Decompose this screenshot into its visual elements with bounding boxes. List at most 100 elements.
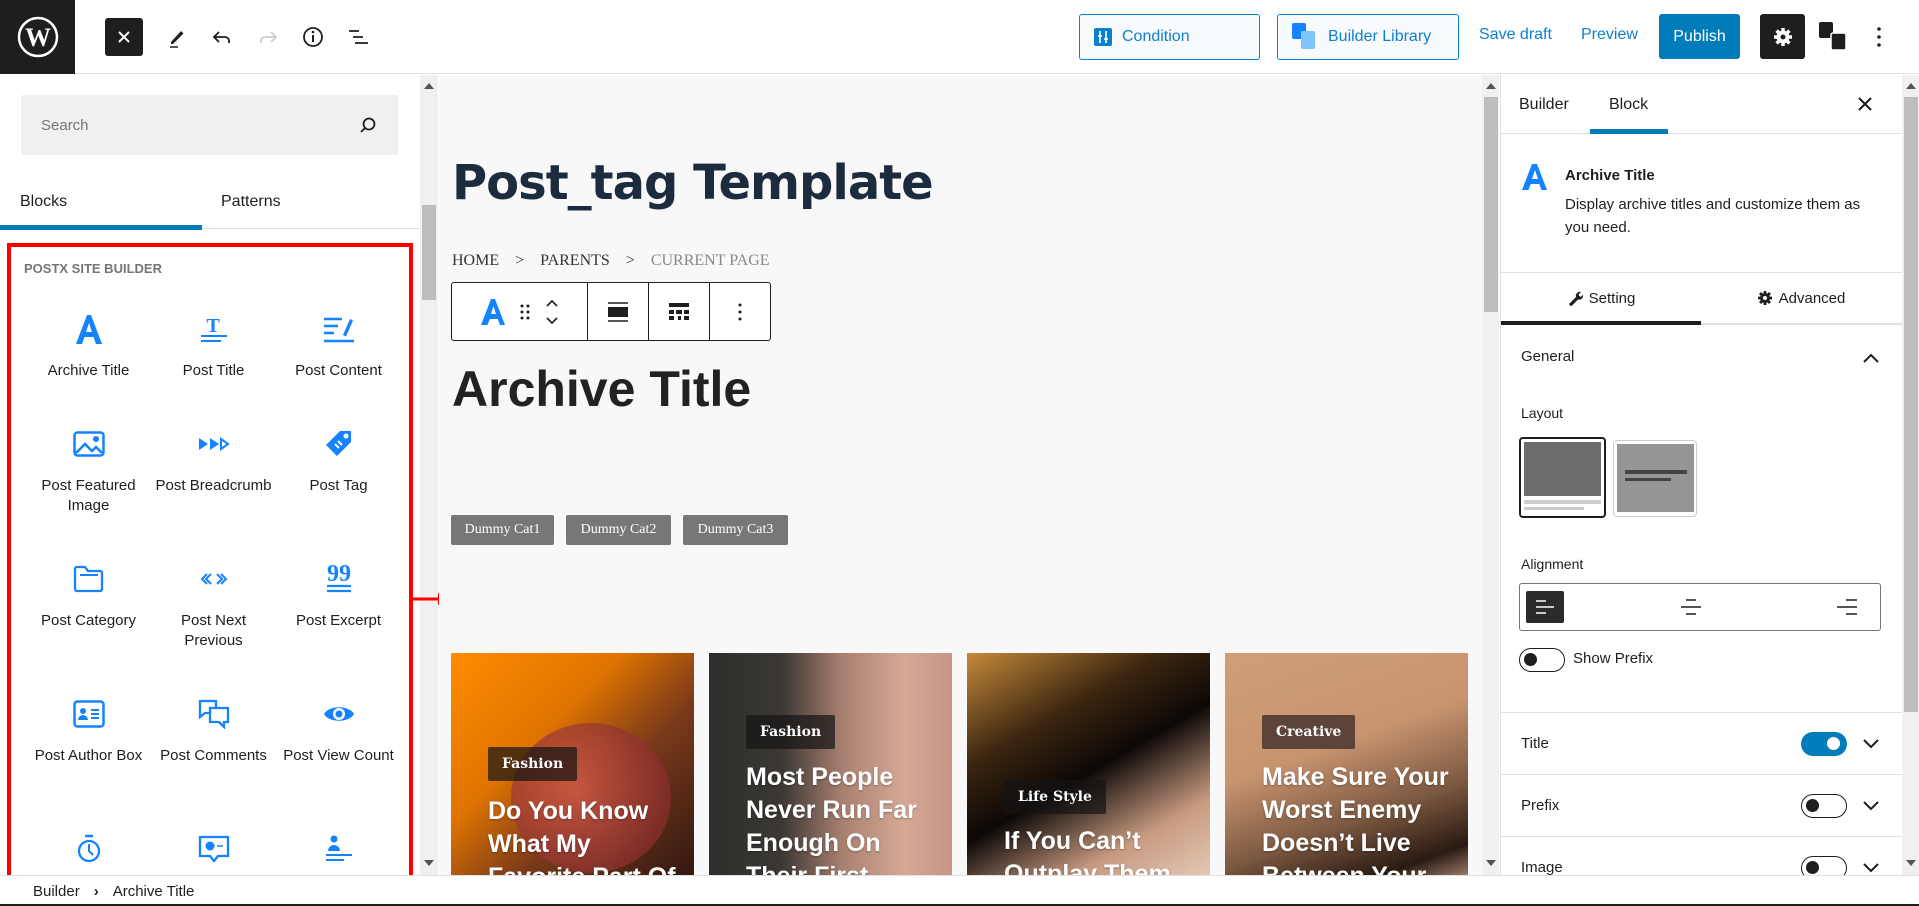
block-post-content[interactable]: Post Content	[276, 309, 401, 381]
dummy-category[interactable]: Dummy Cat1	[451, 515, 554, 545]
postx-icon	[1819, 22, 1847, 51]
align-right-button[interactable]	[1836, 598, 1858, 620]
details-button[interactable]	[294, 18, 332, 56]
postx-builder-button[interactable]	[1813, 16, 1853, 56]
scrollbar-thumb[interactable]	[1484, 97, 1498, 312]
prefix-section[interactable]: Prefix	[1501, 774, 1902, 836]
canvas-scrollbar[interactable]	[1482, 75, 1499, 875]
align-button[interactable]	[588, 283, 649, 340]
condition-button[interactable]: Condition	[1079, 14, 1260, 60]
scrollbar-thumb[interactable]	[1904, 97, 1918, 712]
close-inserter-button[interactable]	[105, 18, 143, 56]
block-post-next-previous[interactable]: Post Next Previous	[151, 559, 276, 651]
chevron-down-icon[interactable]	[1863, 739, 1879, 749]
post-card[interactable]: Life Style If You Can’t Outplay Them	[967, 653, 1210, 875]
dummy-category[interactable]: Dummy Cat2	[566, 515, 671, 545]
tools-button[interactable]	[158, 18, 196, 56]
alignment-control	[1519, 583, 1881, 631]
archive-title-block[interactable]: Archive Title	[452, 360, 751, 418]
layout-option-1[interactable]	[1519, 437, 1606, 518]
image-toggle[interactable]	[1801, 856, 1847, 875]
block-post-comment-count[interactable]	[151, 829, 276, 869]
toggle-knob	[1827, 737, 1840, 750]
show-prefix-toggle[interactable]	[1519, 648, 1565, 672]
settings-button[interactable]	[1760, 14, 1805, 59]
block-post-comments[interactable]: Post Comments	[151, 694, 276, 766]
block-search-input[interactable]: Search	[21, 95, 398, 155]
block-post-author-meta[interactable]	[276, 829, 401, 869]
card-title[interactable]: If You Can’t Outplay Them	[1004, 825, 1200, 875]
card-category-badge[interactable]: Fashion	[488, 747, 578, 781]
tag-icon	[325, 431, 351, 456]
drag-handle-icon[interactable]	[520, 303, 530, 321]
block-post-author-box[interactable]: Post Author Box	[26, 694, 151, 766]
block-post-reading-time[interactable]	[26, 829, 151, 869]
undo-button[interactable]	[203, 18, 241, 56]
block-post-breadcrumb[interactable]: Post Breadcrumb	[151, 424, 276, 496]
list-view-button[interactable]	[339, 18, 377, 56]
footer-crumb-separator: ›	[93, 882, 99, 900]
tab-blocks[interactable]: Blocks	[20, 175, 67, 229]
general-section-header[interactable]: General	[1521, 348, 1574, 365]
block-toolbar	[451, 282, 771, 341]
sidebar-scrollbar[interactable]	[1902, 75, 1919, 875]
archive-title-icon[interactable]	[480, 298, 506, 326]
condition-label: Condition	[1122, 28, 1190, 45]
footer-crumb-archive-title[interactable]: Archive Title	[113, 883, 195, 900]
prefix-toggle[interactable]	[1801, 794, 1847, 818]
preview-button[interactable]: Preview	[1581, 26, 1638, 44]
tab-builder[interactable]: Builder	[1519, 75, 1569, 135]
block-post-featured-image[interactable]: Post Featured Image	[26, 424, 151, 516]
block-post-view-count[interactable]: Post View Count	[276, 694, 401, 766]
scroll-up-icon	[1486, 83, 1496, 89]
block-archive-title[interactable]: Archive Title	[26, 309, 151, 381]
post-card[interactable]: Fashion Do You Know What My Favorite Par…	[451, 653, 694, 875]
title-toggle[interactable]	[1801, 732, 1847, 756]
title-section[interactable]: Title	[1501, 712, 1902, 774]
inserter-scrollbar[interactable]	[420, 75, 438, 875]
align-center-button[interactable]	[1680, 598, 1702, 620]
chevron-up-icon[interactable]	[1863, 353, 1879, 363]
search-placeholder: Search	[41, 116, 89, 134]
wordpress-logo[interactable]: W	[0, 0, 75, 74]
image-section[interactable]: Image	[1501, 836, 1902, 875]
save-draft-button[interactable]: Save draft	[1479, 26, 1552, 44]
layout-option-2[interactable]	[1613, 440, 1697, 517]
post-card[interactable]: Fashion Most People Never Run Far Enough…	[709, 653, 952, 875]
tab-setting[interactable]: Setting	[1501, 273, 1701, 323]
tab-patterns[interactable]: Patterns	[221, 175, 281, 229]
builder-library-button[interactable]: Builder Library	[1277, 14, 1459, 60]
tab-advanced[interactable]: Advanced	[1701, 273, 1901, 323]
block-inserter-panel: Search Blocks Patterns POSTX SITE BUILDE…	[0, 75, 420, 901]
scroll-up-icon	[424, 83, 434, 89]
move-up-down-icon[interactable]	[544, 298, 560, 326]
publish-button[interactable]: Publish	[1659, 14, 1740, 59]
card-title[interactable]: Most People Never Run Far Enough On Thei…	[746, 761, 942, 875]
block-options-button[interactable]	[710, 283, 770, 340]
block-post-excerpt[interactable]: 99 Post Excerpt	[276, 559, 401, 631]
block-post-category[interactable]: Post Category	[26, 559, 151, 631]
page-title[interactable]: Post_tag Template	[452, 155, 934, 211]
scrollbar-thumb[interactable]	[422, 205, 436, 300]
tab-block[interactable]: Block	[1609, 75, 1648, 135]
layout-button[interactable]	[649, 283, 710, 340]
close-sidebar-icon[interactable]	[1858, 97, 1872, 111]
card-category-badge[interactable]: Fashion	[746, 715, 836, 749]
layout-preview-line	[1524, 507, 1584, 510]
card-title[interactable]: Do You Know What My Favorite Part Of	[488, 795, 684, 875]
dummy-category[interactable]: Dummy Cat3	[683, 515, 788, 545]
top-toolbar: W Condition Builder Library Save draft P…	[0, 0, 1919, 74]
footer-crumb-builder[interactable]: Builder	[33, 883, 80, 900]
info-icon	[303, 27, 323, 47]
card-category-badge[interactable]: Creative	[1262, 715, 1356, 749]
chevron-down-icon[interactable]	[1863, 863, 1879, 873]
card-title[interactable]: Make Sure Your Worst Enemy Doesn’t Live …	[1262, 761, 1458, 875]
card-category-badge[interactable]: Life Style	[1004, 780, 1106, 814]
block-post-title[interactable]: T Post Title	[151, 309, 276, 381]
redo-button[interactable]	[249, 18, 287, 56]
chevron-down-icon[interactable]	[1863, 801, 1879, 811]
more-options-button[interactable]	[1860, 18, 1898, 56]
block-post-tag[interactable]: Post Tag	[276, 424, 401, 496]
align-left-button[interactable]	[1526, 591, 1564, 623]
post-card[interactable]: Creative Make Sure Your Worst Enemy Does…	[1225, 653, 1468, 875]
